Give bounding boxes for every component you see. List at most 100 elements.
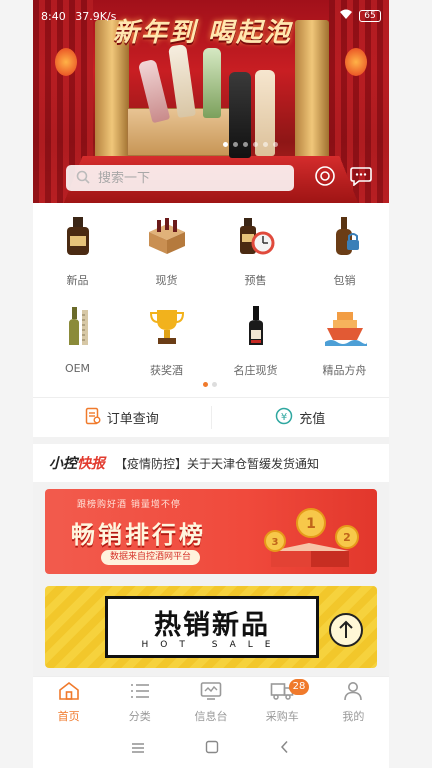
pager-dot xyxy=(203,382,208,387)
search-icon xyxy=(76,169,90,188)
scan-icon xyxy=(313,164,337,192)
category-pager xyxy=(203,382,217,387)
pager-dot xyxy=(223,142,228,147)
wifi-icon xyxy=(339,9,353,23)
order-query-button[interactable]: 订单查询 xyxy=(33,398,211,437)
tab-label: 分类 xyxy=(128,710,151,723)
news-brand-b: 快报 xyxy=(77,456,105,472)
bestseller-banner[interactable]: 跟榜购好酒 销量增不停 畅销排行榜 数据来自控酒网平台 1 2 3 xyxy=(45,489,377,574)
banner-tagline: 跟榜购好酒 销量增不停 xyxy=(77,500,181,510)
news-ticker[interactable]: 小控快报 【疫情防控】关于天津仓暂缓发货通知 xyxy=(33,444,389,482)
yen-icon: ¥ xyxy=(275,407,293,429)
tab-cart[interactable]: 28 采购车 xyxy=(247,677,318,728)
pager-dot xyxy=(273,142,278,147)
pillar-right xyxy=(295,20,329,170)
status-bar: 8:40 37.9K/s 65 xyxy=(41,8,381,24)
category-estate[interactable]: 名庄现货 xyxy=(211,300,300,390)
pager-dot xyxy=(253,142,258,147)
category-instock[interactable]: 现货 xyxy=(122,210,211,300)
order-query-label: 订单查询 xyxy=(106,412,159,427)
news-headline[interactable]: 【疫情防控】关于天津仓暂缓发货通知 xyxy=(115,455,319,472)
category-oem[interactable]: OEM xyxy=(33,300,122,390)
hero-pager xyxy=(223,142,278,147)
category-label: 包销 xyxy=(333,274,356,287)
document-icon xyxy=(85,407,101,429)
category-presale[interactable]: 预售 xyxy=(211,210,300,300)
message-button[interactable] xyxy=(348,165,374,191)
tab-label: 我的 xyxy=(342,710,365,723)
section-gap xyxy=(33,437,389,444)
presale-clock-icon xyxy=(234,214,278,258)
lantern-icon xyxy=(55,48,77,76)
pager-dot xyxy=(233,142,238,147)
status-left: 8:40 37.9K/s xyxy=(41,10,116,23)
status-speed: 37.9K/s xyxy=(75,9,117,23)
bottom-tabbar: 首页 分类 信息台 28 采购车 我的 xyxy=(33,676,389,728)
category-awarded[interactable]: 获奖酒 xyxy=(122,300,211,390)
hot-sale-subtitle: HOT SALE xyxy=(141,640,283,650)
category-new[interactable]: 新品 xyxy=(33,210,122,300)
pager-dot xyxy=(263,142,268,147)
lantern-icon xyxy=(345,48,367,76)
list-icon xyxy=(129,681,151,705)
status-time: 8:40 xyxy=(41,9,66,23)
new-wine-icon xyxy=(56,214,100,258)
category-label: OEM xyxy=(64,362,91,375)
system-nav-bar xyxy=(33,728,389,768)
pager-dot xyxy=(212,382,217,387)
category-ark[interactable]: 精品方舟 xyxy=(300,300,389,390)
monitor-icon xyxy=(200,681,222,705)
tab-category[interactable]: 分类 xyxy=(104,677,175,728)
category-label: 预售 xyxy=(244,274,267,287)
recharge-label: 充值 xyxy=(299,412,326,427)
tab-label: 采购车 xyxy=(265,710,299,723)
trophy-icon xyxy=(145,304,189,348)
category-label: 获奖酒 xyxy=(150,364,183,377)
news-brand-a: 小控 xyxy=(49,456,77,472)
hot-sale-panel: 热销新品 HOT SALE xyxy=(105,596,319,658)
search-bar[interactable] xyxy=(66,165,294,191)
tab-home[interactable]: 首页 xyxy=(33,677,104,728)
ship-icon xyxy=(323,304,367,348)
hot-sale-banner[interactable]: 热销新品 HOT SALE xyxy=(45,586,377,668)
cart-count-badge: 28 xyxy=(288,679,310,695)
user-icon xyxy=(342,681,364,705)
svg-text:1: 1 xyxy=(306,516,316,532)
tab-label: 信息台 xyxy=(194,710,228,723)
estate-bottle-icon xyxy=(234,304,278,348)
chat-icon xyxy=(350,166,372,190)
pager-dot xyxy=(243,142,248,147)
category-label: 名庄现货 xyxy=(233,364,278,377)
category-label: 精品方舟 xyxy=(322,364,367,377)
recharge-button[interactable]: ¥ 充值 xyxy=(212,398,390,437)
home-square-icon[interactable] xyxy=(205,739,219,758)
hero-banner[interactable]: 新年到 喝起泡 8:40 37.9K/s 65 xyxy=(33,0,389,203)
search-input[interactable] xyxy=(98,170,268,186)
app-page: 新年到 喝起泡 8:40 37.9K/s 65 搜索一下 新品 现货 预售 包销… xyxy=(33,0,389,768)
status-right: 65 xyxy=(339,9,381,23)
category-grid: 新品 现货 预售 包销 OEM 获奖酒 名庄现货 精品方舟 xyxy=(33,210,389,390)
bottle-image xyxy=(203,48,221,118)
scan-button[interactable] xyxy=(312,165,338,191)
arrow-up-icon xyxy=(329,613,363,647)
tab-info[interactable]: 信息台 xyxy=(175,677,246,728)
news-brand: 小控快报 xyxy=(49,453,105,473)
menu-icon[interactable] xyxy=(131,739,145,758)
battery-icon: 65 xyxy=(359,10,381,22)
quick-actions: 订单查询 ¥ 充值 xyxy=(33,397,389,437)
banner-source: 数据来自控酒网平台 xyxy=(101,550,201,565)
svg-text:¥: ¥ xyxy=(281,412,287,423)
tab-label: 首页 xyxy=(57,710,80,723)
back-icon[interactable] xyxy=(279,739,291,758)
category-exclusive[interactable]: 包销 xyxy=(300,210,389,300)
tab-mine[interactable]: 我的 xyxy=(318,677,389,728)
category-label: 新品 xyxy=(66,274,89,287)
banner-title: 畅销排行榜 xyxy=(71,521,206,549)
oem-bottle-icon xyxy=(56,304,100,348)
wine-crate-icon xyxy=(145,214,189,258)
svg-text:2: 2 xyxy=(343,531,351,544)
bottle-image xyxy=(168,44,196,118)
home-icon xyxy=(58,681,80,705)
podium-icon: 1 2 3 xyxy=(264,508,359,567)
lock-bottle-icon xyxy=(323,214,367,258)
